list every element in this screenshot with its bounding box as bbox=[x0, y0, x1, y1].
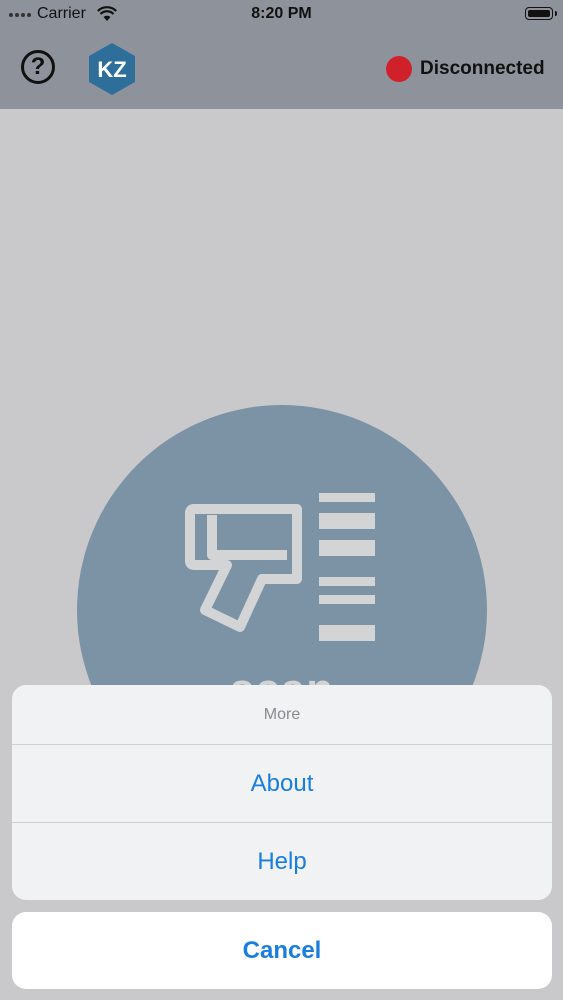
action-sheet-title: More bbox=[12, 685, 552, 745]
cancel-button[interactable]: Cancel bbox=[12, 912, 552, 989]
clock: 8:20 PM bbox=[251, 5, 312, 22]
help-menu-button[interactable]: Help bbox=[12, 823, 552, 900]
kz-logo-icon[interactable]: KZ bbox=[87, 42, 137, 96]
status-bar: Carrier 8:20 PM bbox=[0, 0, 563, 30]
connection-status-label: Disconnected bbox=[420, 58, 545, 79]
battery-icon bbox=[525, 7, 557, 20]
connection-status-dot bbox=[386, 56, 412, 82]
question-icon: ? bbox=[30, 53, 46, 80]
action-sheet: More About Help bbox=[12, 685, 552, 900]
help-button[interactable]: ? bbox=[21, 50, 55, 84]
nav-bar: ? KZ Disconnected bbox=[0, 30, 563, 109]
about-button[interactable]: About bbox=[12, 745, 552, 823]
logo-text: KZ bbox=[97, 57, 126, 82]
